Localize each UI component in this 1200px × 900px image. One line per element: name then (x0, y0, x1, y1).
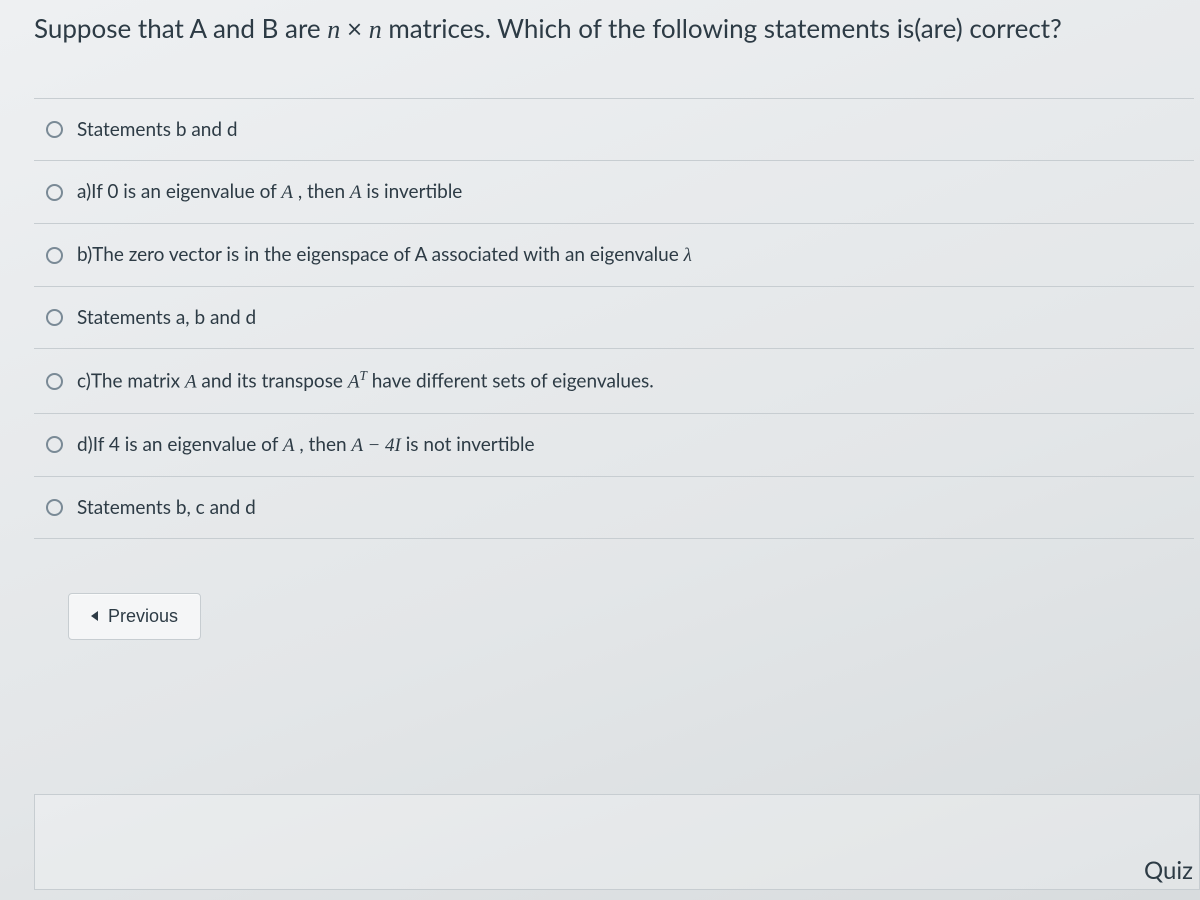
option-6-A: A (283, 435, 295, 456)
option-6-mid: , then (294, 433, 351, 456)
option-2-label: a)If 0 is an eigenvalue of A , then A is… (77, 180, 462, 204)
option-6-label: d)If 4 is an eigenvalue of A , then A − … (77, 433, 535, 457)
math-n-1: n (327, 15, 340, 44)
answer-option-2[interactable]: a)If 0 is an eigenvalue of A , then A is… (34, 161, 1194, 224)
option-4-label: Statements a, b and d (77, 306, 256, 329)
option-1-label: Statements b and d (77, 118, 238, 141)
answer-list: Statements b and d a)If 0 is an eigenval… (34, 98, 1194, 538)
option-5-label: c)The matrix A and its transpose AT have… (77, 368, 654, 393)
previous-button[interactable]: Previous (68, 593, 201, 640)
radio-option-6[interactable] (46, 436, 63, 453)
option-2-pre: a)If 0 is an eigenvalue of (77, 180, 281, 203)
radio-option-7[interactable] (46, 499, 63, 516)
option-5-A2: A (348, 372, 360, 393)
question-text: Suppose that A and B are n × n matrices.… (34, 10, 1194, 48)
option-3-pre: b)The zero vector is in the eigenspace o… (77, 243, 684, 266)
answer-option-7[interactable]: Statements b, c and d (34, 477, 1194, 539)
option-2-A1: A (281, 182, 293, 203)
math-times: × (347, 12, 362, 44)
math-n-2: n (369, 15, 382, 44)
quiz-page: Suppose that A and B are n × n matrices.… (0, 0, 1200, 900)
quiz-label: Quiz (1144, 856, 1193, 885)
option-5-post: have different sets of eigenvalues. (372, 370, 654, 393)
radio-option-1[interactable] (46, 121, 63, 138)
answer-option-6[interactable]: d)If 4 is an eigenvalue of A , then A − … (34, 414, 1194, 477)
answer-option-3[interactable]: b)The zero vector is in the eigenspace o… (34, 224, 1194, 287)
question-block: Suppose that A and B are n × n matrices.… (34, 10, 1200, 640)
radio-option-2[interactable] (46, 184, 63, 201)
option-6-pre: d)If 4 is an eigenvalue of (77, 433, 283, 456)
option-5-pre: c)The matrix (77, 370, 185, 393)
option-7-label: Statements b, c and d (77, 496, 256, 519)
answer-option-5[interactable]: c)The matrix A and its transpose AT have… (34, 349, 1194, 413)
option-5-A1: A (185, 372, 197, 393)
answer-option-1[interactable]: Statements b and d (34, 99, 1194, 161)
nav-row: Previous (68, 593, 1160, 640)
option-3-lambda: λ (684, 245, 692, 266)
radio-option-3[interactable] (46, 247, 63, 264)
option-2-mid: , then (293, 180, 350, 203)
option-6-A4I: A − 4I (351, 435, 400, 456)
question-prefix: Suppose that A and B are (34, 12, 327, 44)
option-6-post: is not invertible (401, 433, 535, 456)
previous-button-label: Previous (108, 606, 178, 627)
radio-option-4[interactable] (46, 309, 63, 326)
option-2-post: is invertible (362, 180, 463, 203)
option-5-T: T (359, 368, 366, 383)
answer-option-4[interactable]: Statements a, b and d (34, 287, 1194, 349)
footer-box: Quiz (34, 794, 1200, 890)
radio-option-5[interactable] (46, 373, 63, 390)
chevron-left-icon (91, 611, 98, 621)
question-mid: matrices. Which of the following stateme… (388, 12, 1061, 44)
option-5-mid: and its transpose (197, 370, 348, 393)
option-3-label: b)The zero vector is in the eigenspace o… (77, 243, 692, 267)
option-2-A2: A (350, 182, 362, 203)
